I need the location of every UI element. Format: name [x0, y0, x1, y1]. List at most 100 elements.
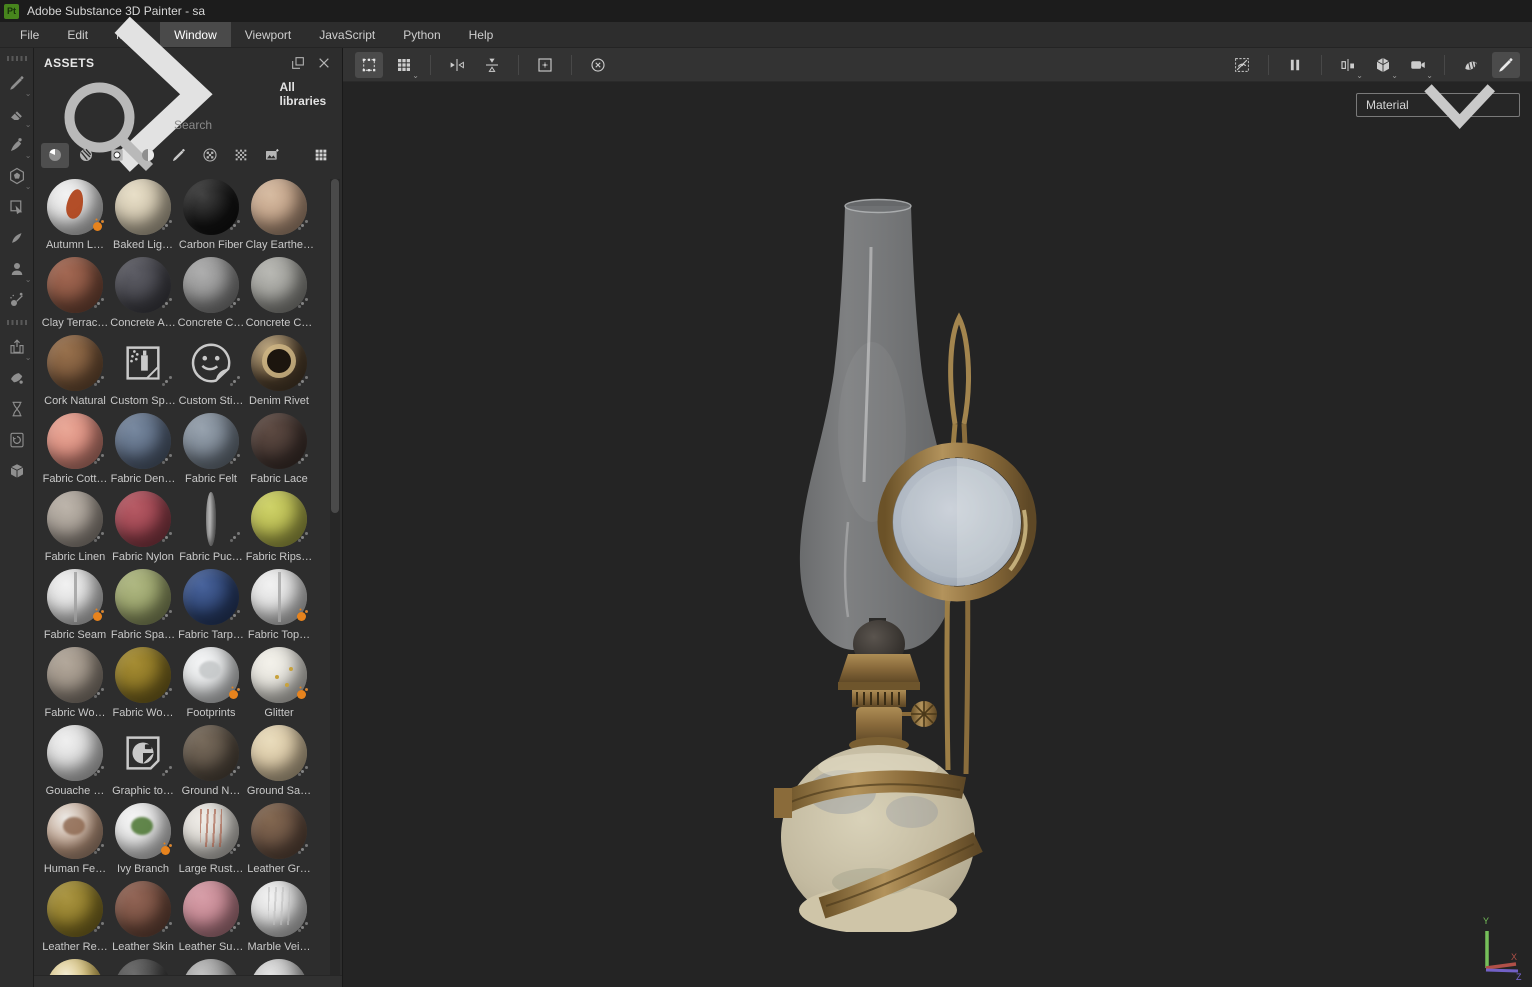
filter-filters[interactable] — [134, 143, 162, 168]
asset-item[interactable]: Human Fe… — [41, 803, 109, 881]
kerosene-lamp-model[interactable] — [752, 192, 1072, 932]
asset-item[interactable]: Fabric Linen — [41, 491, 109, 569]
grid-view-icon — [313, 147, 329, 163]
asset-item[interactable]: Autumn L… — [41, 179, 109, 257]
asset-item[interactable]: Custom Sp… — [109, 335, 177, 413]
asset-item[interactable]: Fabric Seam — [41, 569, 109, 647]
menu-help[interactable]: Help — [455, 22, 508, 47]
asset-label: Fabric Rips… — [245, 551, 313, 563]
marquee-select-button[interactable] — [355, 51, 383, 78]
filter-alphas[interactable] — [196, 143, 224, 168]
asset-item[interactable]: Clay Terrac… — [41, 257, 109, 335]
close-panel-icon[interactable] — [316, 55, 332, 71]
viewport-canvas[interactable]: Material Y X Z — [343, 82, 1532, 987]
asset-scrollbar[interactable] — [330, 179, 340, 975]
shelf-button[interactable] — [2, 456, 32, 485]
export-button[interactable]: ⌄ — [2, 332, 32, 362]
filter-brushes[interactable] — [165, 143, 193, 168]
asset-item[interactable]: Leather Gr… — [245, 803, 313, 881]
asset-item[interactable]: Fabric Cott… — [41, 413, 109, 491]
asset-item[interactable]: Fabric Rips… — [245, 491, 313, 569]
asset-item[interactable]: Leather Re… — [41, 881, 109, 959]
asset-item[interactable]: Ground Sa… — [245, 725, 313, 803]
smudge-tool[interactable] — [2, 192, 32, 221]
asset-item[interactable]: Custom Sti… — [177, 335, 245, 413]
filter-smart-materials[interactable] — [72, 143, 100, 168]
asset-item[interactable]: Fabric Felt — [177, 413, 245, 491]
asset-item[interactable]: Fabric Tarp… — [177, 569, 245, 647]
asset-item[interactable]: Fabric Puc… — [177, 491, 245, 569]
asset-item[interactable]: Fabric Spa… — [109, 569, 177, 647]
asset-item[interactable]: Concrete C… — [245, 257, 313, 335]
stroke-visibility-button[interactable] — [1228, 52, 1256, 78]
menu-javascript[interactable]: JavaScript — [305, 22, 389, 47]
asset-item[interactable]: Concrete C… — [177, 257, 245, 335]
filter-materials[interactable] — [41, 142, 69, 168]
history-button[interactable] — [2, 394, 32, 423]
undock-panel-icon[interactable] — [290, 55, 306, 71]
asset-item[interactable]: Baked Lig… — [109, 179, 177, 257]
focus-frame-button[interactable] — [531, 52, 559, 78]
grid-view-button[interactable] — [307, 143, 335, 168]
asset-item[interactable]: Clay Earthe… — [245, 179, 313, 257]
asset-item[interactable]: Concrete A… — [109, 257, 177, 335]
asset-item-partial[interactable] — [109, 959, 177, 975]
thumbnail-marker — [301, 458, 304, 461]
pause-engine-button[interactable] — [1281, 52, 1309, 78]
tile-pattern-button[interactable]: ⌄ — [390, 52, 419, 80]
display-mode-select[interactable]: Material — [1356, 84, 1520, 130]
menu-file[interactable]: File — [6, 22, 53, 47]
view-3d-button[interactable]: ⌄ — [1369, 52, 1398, 80]
asset-item[interactable]: Ground N… — [177, 725, 245, 803]
polygon-fill-tool[interactable]: ⌄ — [2, 161, 32, 191]
filter-environments[interactable] — [258, 143, 286, 168]
toolbar-drag-handle[interactable] — [6, 56, 27, 61]
asset-item[interactable]: Fabric Wo… — [109, 647, 177, 725]
asset-item[interactable]: Denim Rivet — [245, 335, 313, 413]
asset-item[interactable]: Ivy Branch — [109, 803, 177, 881]
stamp-tool[interactable]: ⌄ — [2, 254, 32, 284]
asset-label: Leather Re… — [42, 941, 108, 953]
reset-view-button[interactable] — [584, 52, 612, 78]
toolbar-drag-handle[interactable] — [6, 320, 27, 325]
projection-tool[interactable]: ⌄ — [2, 130, 32, 160]
resources-button[interactable] — [2, 425, 32, 454]
material-picker-tool[interactable] — [2, 285, 32, 314]
paint-tool[interactable]: ⌄ — [2, 68, 32, 98]
filter-smart-masks[interactable] — [103, 143, 131, 168]
asset-item[interactable]: Fabric Top… — [245, 569, 313, 647]
eraser-tool[interactable]: ⌄ — [2, 99, 32, 129]
mirror-x-button[interactable] — [443, 52, 471, 78]
asset-item[interactable]: Leather Skin — [109, 881, 177, 959]
asset-item-partial[interactable] — [41, 959, 109, 975]
chevron-down-icon: ⌄ — [24, 275, 32, 284]
asset-item[interactable]: Leather Su… — [177, 881, 245, 959]
asset-item[interactable]: Glitter — [245, 647, 313, 725]
asset-item[interactable]: Fabric Den… — [109, 413, 177, 491]
asset-item[interactable]: Footprints — [177, 647, 245, 725]
asset-item-partial[interactable] — [177, 959, 245, 975]
mirror-y-button[interactable] — [478, 52, 506, 78]
filter-textures[interactable] — [227, 143, 255, 168]
search-row — [34, 82, 342, 172]
asset-item[interactable]: Fabric Lace — [245, 413, 313, 491]
search-input[interactable] — [174, 118, 329, 132]
asset-item[interactable]: Fabric Wo… — [41, 647, 109, 725]
asset-item[interactable]: Fabric Nylon — [109, 491, 177, 569]
split-view-button[interactable]: ⌄ — [1334, 52, 1363, 80]
asset-item[interactable]: Marble Vei… — [245, 881, 313, 959]
sticker-asset-icon — [185, 337, 237, 389]
asset-item[interactable]: Carbon Fiber — [177, 179, 245, 257]
asset-filter-row — [34, 140, 342, 170]
asset-scrollbar-thumb[interactable] — [331, 179, 339, 513]
bake-button[interactable] — [2, 363, 32, 392]
asset-item[interactable]: Gouache … — [41, 725, 109, 803]
asset-item[interactable]: Cork Natural — [41, 335, 109, 413]
asset-item-partial[interactable] — [245, 959, 313, 975]
menu-python[interactable]: Python — [389, 22, 454, 47]
material-sphere — [47, 725, 103, 781]
asset-item[interactable]: Large Rust… — [177, 803, 245, 881]
asset-item[interactable]: Graphic to… — [109, 725, 177, 803]
thumbnail-marker — [165, 224, 168, 227]
clone-tool[interactable] — [2, 223, 32, 252]
